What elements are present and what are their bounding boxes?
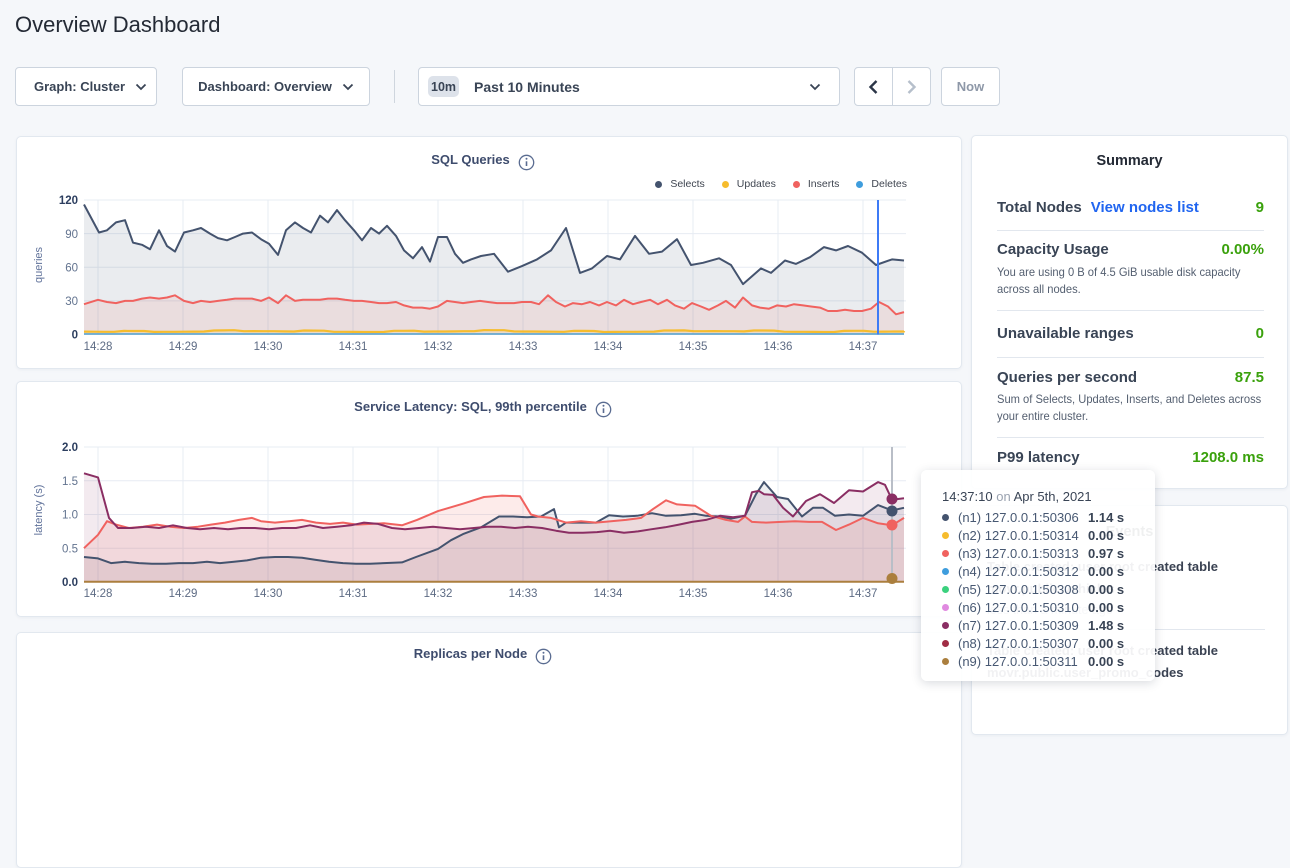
svg-text:1.0: 1.0 <box>62 510 78 522</box>
svg-text:2.0: 2.0 <box>62 442 78 454</box>
svg-text:14:32: 14:32 <box>424 588 453 600</box>
svg-text:14:30: 14:30 <box>254 588 283 600</box>
svg-text:14:33: 14:33 <box>509 588 538 600</box>
svg-text:14:31: 14:31 <box>339 341 368 353</box>
svg-text:14:32: 14:32 <box>424 341 453 353</box>
svg-text:0.5: 0.5 <box>62 543 78 555</box>
svg-text:14:31: 14:31 <box>339 588 368 600</box>
svg-text:14:36: 14:36 <box>764 341 793 353</box>
svg-text:0: 0 <box>72 330 78 342</box>
svg-text:14:34: 14:34 <box>594 341 623 353</box>
svg-text:120: 120 <box>59 195 78 207</box>
svg-text:60: 60 <box>65 262 78 274</box>
svg-text:14:36: 14:36 <box>764 588 793 600</box>
svg-text:14:28: 14:28 <box>84 588 113 600</box>
svg-text:90: 90 <box>65 229 78 241</box>
svg-text:14:30: 14:30 <box>254 341 283 353</box>
svg-text:0.0: 0.0 <box>62 577 78 589</box>
svg-text:14:34: 14:34 <box>594 588 623 600</box>
svg-text:30: 30 <box>65 296 78 308</box>
svg-text:14:37: 14:37 <box>849 341 878 353</box>
svg-text:14:29: 14:29 <box>169 341 198 353</box>
svg-text:1.5: 1.5 <box>62 476 78 488</box>
svg-text:14:35: 14:35 <box>679 588 708 600</box>
svg-text:14:33: 14:33 <box>509 341 538 353</box>
svg-text:14:29: 14:29 <box>169 588 198 600</box>
svg-text:14:35: 14:35 <box>679 341 708 353</box>
svg-text:14:37: 14:37 <box>849 588 878 600</box>
svg-text:14:28: 14:28 <box>84 341 113 353</box>
